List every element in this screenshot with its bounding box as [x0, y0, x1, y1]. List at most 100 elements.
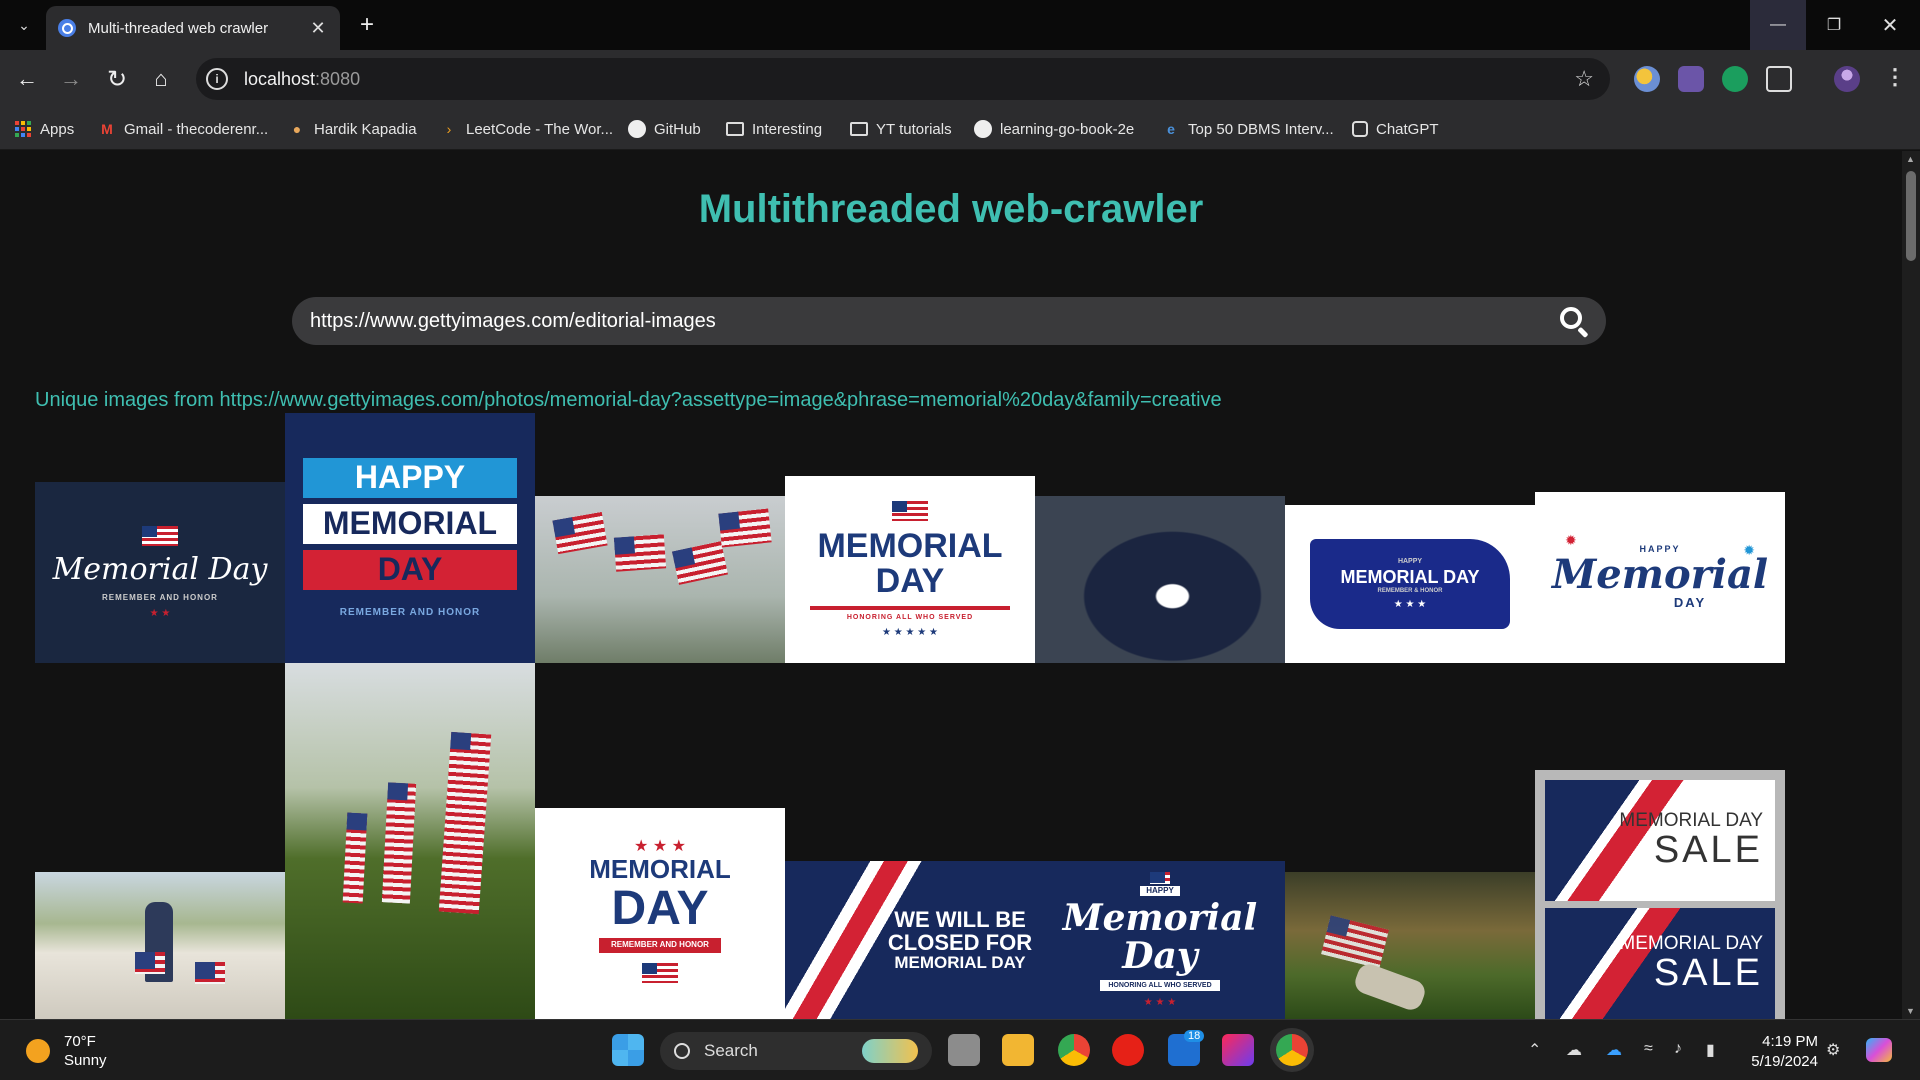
site-info-icon[interactable]: i: [206, 68, 228, 90]
file-explorer-icon[interactable]: [1002, 1034, 1034, 1066]
notification-bell-icon[interactable]: ⚙: [1826, 1040, 1840, 1060]
bookmark-apps[interactable]: Apps: [14, 118, 74, 140]
extension-icon[interactable]: [1678, 66, 1704, 92]
bookmark-leetcode[interactable]: › LeetCode - The Wor...: [440, 118, 613, 140]
close-icon[interactable]: ✕: [308, 18, 328, 39]
minimize-button[interactable]: —: [1750, 0, 1806, 50]
bookmark-hardik-kapadia[interactable]: ● Hardik Kapadia: [288, 118, 417, 140]
tab-title: Multi-threaded web crawler: [88, 19, 269, 37]
browser-toolbar: ← → ↻ ⌂ i localhost:8080 ☆ ⋮: [0, 50, 1920, 108]
battery-icon[interactable]: ▮: [1706, 1040, 1715, 1060]
window-close-button[interactable]: ✕: [1862, 0, 1918, 50]
task-view-icon[interactable]: [948, 1034, 980, 1066]
bookmark-dbms[interactable]: e Top 50 DBMS Interv...: [1162, 118, 1334, 140]
restore-button[interactable]: ❐: [1806, 0, 1862, 50]
leetcode-icon: ›: [446, 121, 452, 137]
browser-titlebar: ⌄ Multi-threaded web crawler ✕ + — ❐ ✕: [0, 0, 1920, 50]
windows-taskbar: 70°F Sunny Search 18 ⌃ ☁ ☁ ≈ ♪ ▮ 4:19 PM…: [0, 1019, 1920, 1080]
result-image[interactable]: MEMORIAL DAY SALE MEMORIAL DAY SALE: [1535, 770, 1785, 1019]
tab-favicon-icon: [58, 19, 76, 37]
bookmark-label: Gmail - thecoderenr...: [124, 120, 269, 138]
profile-avatar[interactable]: [1834, 66, 1860, 92]
scrollbar-thumb[interactable]: [1906, 171, 1916, 261]
youtube-music-icon[interactable]: [1112, 1034, 1144, 1066]
result-image[interactable]: [285, 663, 535, 1019]
bookmark-label: Interesting: [752, 120, 823, 138]
clock[interactable]: 4:19 PM 5/19/2024: [1738, 1032, 1818, 1072]
home-icon[interactable]: ⌂: [146, 64, 176, 94]
tray-overflow-icon[interactable]: ⌃: [1528, 1040, 1541, 1060]
active-tab[interactable]: Multi-threaded web crawler ✕: [46, 6, 340, 50]
bookmark-star-icon[interactable]: ☆: [1574, 66, 1594, 92]
chrome-icon[interactable]: [1058, 1034, 1090, 1066]
volume-icon[interactable]: ♪: [1674, 1040, 1682, 1058]
result-image[interactable]: [535, 496, 785, 663]
page-scrollbar[interactable]: ▲ ▼: [1902, 151, 1920, 1019]
url-input[interactable]: [310, 297, 1540, 345]
onedrive-icon[interactable]: ☁: [1606, 1040, 1622, 1060]
gmail-icon: M: [101, 121, 113, 137]
bookmark-folder-interesting[interactable]: Interesting: [726, 118, 822, 140]
page-title: Multithreaded web-crawler: [698, 187, 1204, 231]
extension-icon[interactable]: [1634, 66, 1660, 92]
result-image[interactable]: WE WILL BE CLOSED FOR MEMORIAL DAY: [785, 861, 1035, 1019]
grammarly-icon[interactable]: [1722, 66, 1748, 92]
flag-icon: [892, 500, 928, 521]
bookmark-learning-go[interactable]: learning-go-book-2e: [974, 118, 1134, 140]
scroll-up-arrow-icon[interactable]: ▲: [1906, 154, 1915, 164]
bookmarks-bar: Apps M Gmail - thecoderenr... ● Hardik K…: [0, 108, 1920, 150]
temperature: 70°F: [64, 1033, 96, 1050]
result-image[interactable]: MEMORIAL DAY HONORING ALL WHO SERVED ★ ★…: [785, 476, 1035, 663]
bookmark-github[interactable]: GitHub: [628, 118, 701, 140]
github-icon: [628, 120, 646, 138]
mail-badge: 18: [1184, 1030, 1205, 1042]
result-image[interactable]: HAPPY Memorial DAY ✹ ✹: [1535, 492, 1785, 663]
search-icon: [674, 1043, 690, 1059]
flag-icon: [642, 962, 678, 983]
bookmark-folder-yt-tutorials[interactable]: YT tutorials: [850, 118, 952, 140]
windows-start-icon[interactable]: [612, 1034, 644, 1066]
search-label: Search: [704, 1041, 758, 1060]
result-image[interactable]: HAPPY Memorial Day HONORING ALL WHO SERV…: [1035, 861, 1285, 1019]
result-image[interactable]: [1285, 872, 1535, 1019]
sun-icon: [26, 1039, 50, 1063]
bookmark-label: learning-go-book-2e: [1000, 120, 1135, 138]
taskbar-search[interactable]: Search: [660, 1032, 932, 1070]
reload-icon[interactable]: ↻: [102, 64, 132, 94]
forward-arrow-icon[interactable]: →: [56, 64, 86, 94]
edureka-icon: e: [1167, 121, 1175, 137]
intellij-icon[interactable]: [1222, 1034, 1254, 1066]
result-image[interactable]: [1035, 496, 1285, 663]
scroll-down-arrow-icon[interactable]: ▼: [1906, 1006, 1915, 1016]
wifi-icon[interactable]: ≈: [1644, 1040, 1653, 1058]
bookmark-chatgpt[interactable]: ChatGPT: [1352, 118, 1439, 140]
bookmark-label: LeetCode - The Wor...: [466, 120, 614, 138]
weather-widget[interactable]: 70°F Sunny: [26, 1032, 107, 1070]
bookmark-label: GitHub: [654, 120, 701, 138]
chrome-active-icon[interactable]: [1276, 1034, 1308, 1066]
result-image[interactable]: [35, 872, 285, 1019]
results-label: Unique images from https://www.gettyimag…: [35, 389, 1222, 411]
flag-icon: [1150, 871, 1170, 884]
chatgpt-icon: [1352, 121, 1368, 137]
address-bar[interactable]: i localhost:8080 ☆: [196, 58, 1610, 100]
bookmark-label: YT tutorials: [876, 120, 952, 138]
result-image[interactable]: Memorial Day REMEMBER AND HONOR ★ ★: [35, 482, 285, 663]
result-image[interactable]: HAPPY MEMORIAL DAY REMEMBER AND HONOR: [285, 413, 535, 663]
search-icon[interactable]: [1558, 305, 1590, 339]
extensions-puzzle-icon[interactable]: [1766, 66, 1792, 92]
result-image[interactable]: HAPPY MEMORIAL DAY REMEMBER & HONOR ★ ★ …: [1285, 505, 1535, 663]
address-url: localhost:8080: [244, 68, 361, 89]
bookmark-label: Apps: [40, 120, 75, 138]
url-search-bar: [292, 297, 1606, 345]
more-menu-icon[interactable]: ⋮: [1884, 64, 1906, 90]
copilot-icon[interactable]: [1866, 1038, 1892, 1062]
flag-icon: [142, 526, 178, 547]
new-tab-button[interactable]: +: [352, 10, 382, 40]
back-arrow-icon[interactable]: ←: [12, 64, 42, 94]
bookmark-label: Top 50 DBMS Interv...: [1188, 120, 1334, 138]
cloud-icon[interactable]: ☁: [1566, 1040, 1582, 1060]
bookmark-gmail[interactable]: M Gmail - thecoderenr...: [98, 118, 268, 140]
result-image[interactable]: ★ ★ ★ MEMORIAL DAY REMEMBER AND HONOR: [535, 808, 785, 1019]
tab-search-button[interactable]: ⌄: [10, 12, 38, 38]
